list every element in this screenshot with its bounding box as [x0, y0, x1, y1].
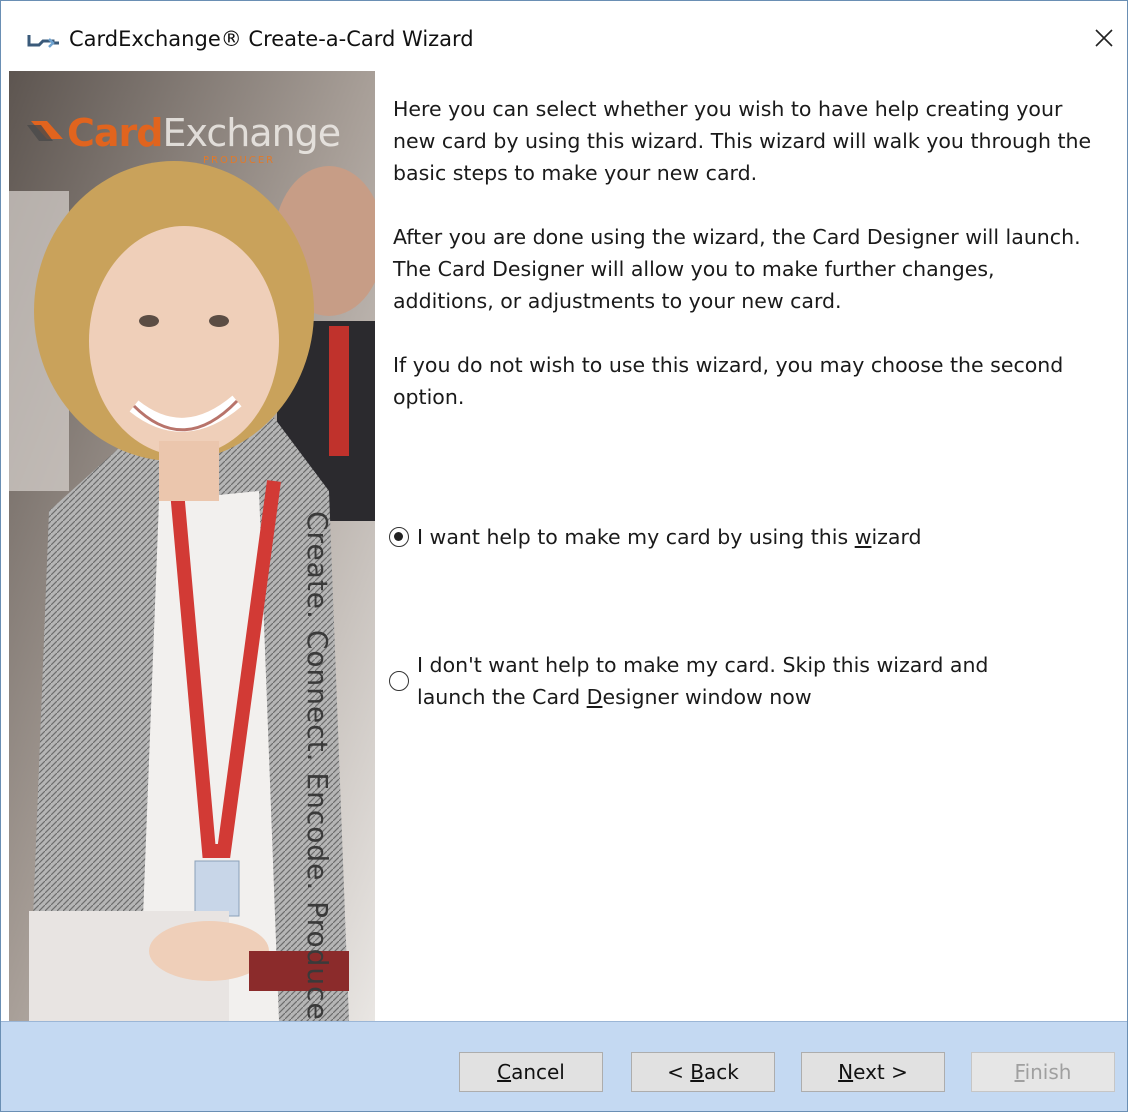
- logo-text-exchange: Exchange: [162, 111, 341, 155]
- back-button[interactable]: < Back: [631, 1052, 775, 1092]
- wizard-window: CardExchange® Create-a-Card Wizard CardE…: [0, 0, 1128, 1112]
- logo-subtitle: PRODUCER: [203, 155, 276, 166]
- use-wizard-radio[interactable]: [389, 527, 409, 547]
- title-bar[interactable]: CardExchange® Create-a-Card Wizard: [1, 1, 1127, 71]
- option-paragraph: If you do not wish to use this wizard, y…: [393, 353, 1064, 409]
- close-icon: [1095, 29, 1113, 47]
- wizard-description: Here you can select whether you wish to …: [393, 93, 1093, 445]
- banner-tagline: Create. Connect. Encode. Produce: [301, 511, 334, 1021]
- logo-mark-icon: [27, 121, 63, 141]
- app-logo-icon: [27, 35, 59, 48]
- close-button[interactable]: [1081, 15, 1127, 61]
- skip-wizard-label[interactable]: I don't want help to make my card. Skip …: [417, 649, 988, 713]
- wizard-banner-image: CardExchange PRODUCER Create. Connect. E…: [9, 71, 375, 1021]
- cardexchange-logo: CardExchange PRODUCER: [27, 97, 367, 166]
- cancel-button[interactable]: Cancel: [459, 1052, 603, 1092]
- use-wizard-label[interactable]: I want help to make my card by using thi…: [417, 521, 922, 553]
- intro-paragraph: Here you can select whether you wish to …: [393, 97, 1092, 185]
- finish-button[interactable]: Finish: [971, 1052, 1115, 1092]
- skip-wizard-option[interactable]: I don't want help to make my card. Skip …: [389, 649, 988, 713]
- window-title: CardExchange® Create-a-Card Wizard: [69, 27, 474, 51]
- use-wizard-option[interactable]: I want help to make my card by using thi…: [389, 521, 922, 553]
- designer-paragraph: After you are done using the wizard, the…: [393, 225, 1081, 313]
- button-bar: Cancel < Back Next > Finish: [1, 1021, 1127, 1111]
- skip-wizard-radio[interactable]: [389, 671, 409, 691]
- next-button[interactable]: Next >: [801, 1052, 945, 1092]
- logo-text-card: Card: [67, 111, 163, 155]
